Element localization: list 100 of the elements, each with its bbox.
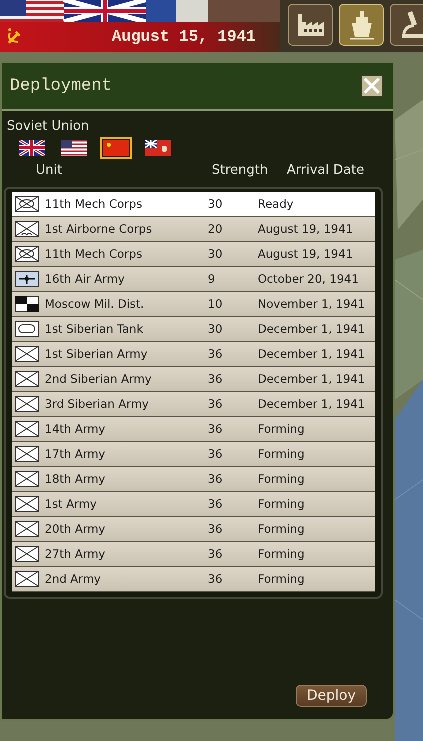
- flag-icon: [103, 140, 129, 156]
- unit-strength: 36: [208, 347, 224, 361]
- microscope-button[interactable]: [390, 4, 423, 46]
- unit-name: 16th Air Army: [45, 272, 126, 286]
- factory-button[interactable]: [288, 4, 333, 46]
- unit-name: 17th Army: [45, 447, 106, 461]
- unit-strength: 9: [208, 272, 216, 286]
- unit-strength: 36: [208, 472, 224, 486]
- arrival-date: December 1, 1941: [258, 397, 366, 411]
- unit-row[interactable]: 20th Army 36 Forming: [12, 517, 375, 542]
- unit-strength: 36: [208, 572, 224, 586]
- arrival-date: Forming: [258, 497, 306, 511]
- arrival-date: Forming: [258, 447, 306, 461]
- infantry-unit-icon: [15, 471, 39, 487]
- unit-row[interactable]: 2nd Siberian Army 36 December 1, 1941: [12, 367, 375, 392]
- infantry-unit-icon: [15, 396, 39, 412]
- deploy-button[interactable]: Deploy: [296, 685, 367, 707]
- unit-name: 1st Siberian Army: [45, 347, 149, 361]
- mech-unit-icon: [15, 196, 39, 212]
- mech-unit-icon: [15, 246, 39, 262]
- ship-button[interactable]: [339, 4, 384, 46]
- arrival-date: August 19, 1941: [258, 222, 354, 236]
- unit-row[interactable]: 3rd Siberian Army 36 December 1, 1941: [12, 392, 375, 417]
- unit-name: 2nd Siberian Army: [45, 372, 153, 386]
- arrival-date: November 1, 1941: [258, 297, 366, 311]
- hammer-sickle-icon: [6, 28, 22, 46]
- close-button[interactable]: [361, 75, 383, 97]
- armor-unit-icon: [15, 321, 39, 337]
- column-header: Arrival Date: [287, 163, 366, 178]
- unit-row[interactable]: 1st Airborne Corps 20 August 19, 1941: [12, 217, 375, 242]
- flag-button[interactable]: [142, 137, 174, 159]
- infantry-unit-icon: [15, 421, 39, 437]
- arrival-date: Forming: [258, 547, 306, 561]
- unit-row[interactable]: 14th Army 36 Forming: [12, 417, 375, 442]
- unit-row[interactable]: 27th Army 36 Forming: [12, 542, 375, 567]
- airborne-unit-icon: [15, 221, 39, 237]
- unit-row[interactable]: 16th Air Army 9 October 20, 1941: [12, 267, 375, 292]
- game-date: August 15, 1941: [112, 28, 256, 46]
- flag-button[interactable]: [16, 137, 48, 159]
- unit-name: 1st Airborne Corps: [45, 222, 154, 236]
- arrival-date: August 19, 1941: [258, 247, 354, 261]
- unit-name: Moscow Mil. Dist.: [45, 297, 146, 311]
- infantry-unit-icon: [15, 446, 39, 462]
- unit-strength: 30: [208, 247, 224, 261]
- arrival-date: October 20, 1941: [258, 272, 360, 286]
- unit-strength: 20: [208, 222, 224, 236]
- arrival-date: December 1, 1941: [258, 347, 366, 361]
- unit-row[interactable]: 1st Siberian Army 36 December 1, 1941: [12, 342, 375, 367]
- infantry-unit-icon: [15, 496, 39, 512]
- unit-strength: 36: [208, 547, 224, 561]
- infantry-unit-icon: [15, 371, 39, 387]
- unit-name: 20th Army: [45, 522, 106, 536]
- unit-row[interactable]: 17th Army 36 Forming: [12, 442, 375, 467]
- unit-name: 11th Mech Corps: [45, 247, 144, 261]
- infantry-unit-icon: [15, 521, 39, 537]
- column-header: Strength: [212, 163, 270, 178]
- unit-strength: 36: [208, 497, 224, 511]
- unit-name: 14th Army: [45, 422, 106, 436]
- unit-name: 2nd Army: [45, 572, 102, 586]
- arrival-date: Forming: [258, 422, 306, 436]
- unit-name: 1st Army: [45, 497, 98, 511]
- unit-strength: 36: [208, 447, 224, 461]
- arrival-date: December 1, 1941: [258, 322, 366, 336]
- air-unit-icon: [15, 271, 39, 287]
- unit-strength: 10: [208, 297, 224, 311]
- flag-button[interactable]: [58, 137, 90, 159]
- unit-name: 18th Army: [45, 472, 106, 486]
- arrival-date: Forming: [258, 522, 306, 536]
- unit-strength: 30: [208, 322, 224, 336]
- unit-name: 27th Army: [45, 547, 106, 561]
- unit-row[interactable]: 1st Army 36 Forming: [12, 492, 375, 517]
- unit-row[interactable]: 18th Army 36 Forming: [12, 467, 375, 492]
- infantry-unit-icon: [15, 571, 39, 587]
- flag-icon: [145, 140, 171, 156]
- unit-name: 3rd Siberian Army: [45, 397, 150, 411]
- arrival-date: Forming: [258, 572, 306, 586]
- flag-icon: [19, 140, 45, 156]
- unit-row[interactable]: 11th Mech Corps 30 Ready: [12, 192, 375, 217]
- nation-label: Soviet Union: [7, 119, 90, 134]
- flag-button[interactable]: [100, 137, 132, 159]
- unit-row[interactable]: 2nd Army 36 Forming: [12, 567, 375, 592]
- unit-name: 1st Siberian Tank: [45, 322, 144, 336]
- hq-unit-icon: [15, 296, 39, 312]
- unit-strength: 36: [208, 397, 224, 411]
- column-header: Unit: [36, 163, 64, 178]
- unit-strength: 30: [208, 197, 224, 211]
- unit-strength: 36: [208, 422, 224, 436]
- arrival-date: December 1, 1941: [258, 372, 366, 386]
- infantry-unit-icon: [15, 346, 39, 362]
- flag-icon: [61, 140, 87, 156]
- unit-row[interactable]: Moscow Mil. Dist. 10 November 1, 1941: [12, 292, 375, 317]
- arrival-date: Forming: [258, 472, 306, 486]
- unit-strength: 36: [208, 372, 224, 386]
- unit-name: 11th Mech Corps: [45, 197, 144, 211]
- unit-row[interactable]: 1st Siberian Tank 30 December 1, 1941: [12, 317, 375, 342]
- infantry-unit-icon: [15, 546, 39, 562]
- arrival-date: Ready: [258, 197, 295, 211]
- unit-strength: 36: [208, 522, 224, 536]
- unit-row[interactable]: 11th Mech Corps 30 August 19, 1941: [12, 242, 375, 267]
- panel-title: Deployment: [10, 76, 112, 96]
